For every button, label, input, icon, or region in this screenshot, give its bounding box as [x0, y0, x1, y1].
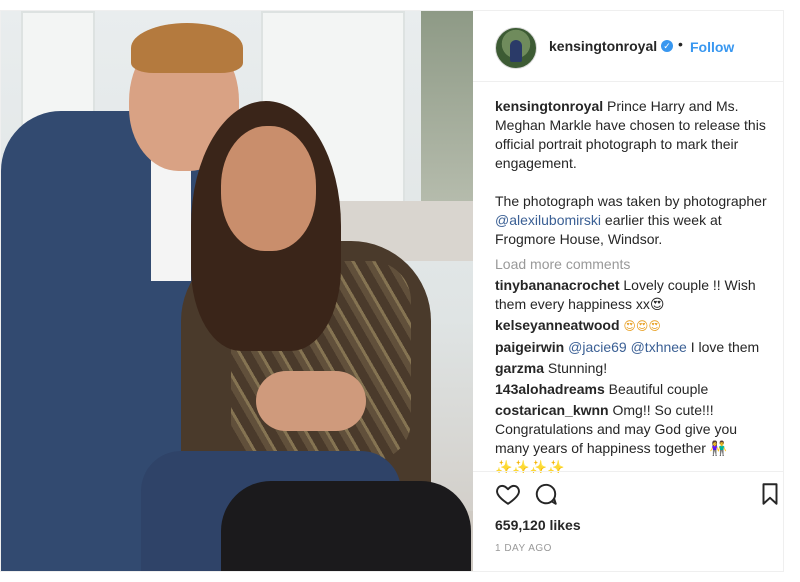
post-timestamp[interactable]: 1 DAY AGO	[495, 543, 552, 554]
comment: tinybananacrochet Lovely couple !! Wish …	[495, 276, 775, 314]
comment-username[interactable]: paigeirwin	[495, 339, 564, 355]
header-separator: •	[678, 36, 683, 52]
load-more-comments-link[interactable]: Load more comments	[495, 255, 775, 274]
instagram-post: kensingtonroyal ✓ • Follow kensingtonroy…	[0, 10, 784, 572]
divider	[473, 471, 783, 472]
likes-count[interactable]: 659,120 likes	[495, 517, 581, 533]
comment-bubble-icon[interactable]	[533, 481, 559, 507]
comment-username[interactable]: tinybananacrochet	[495, 277, 619, 293]
post-header: kensingtonroyal ✓ • Follow	[473, 11, 783, 82]
comment-text: Beautiful couple	[608, 381, 709, 397]
caption-text-2a: The photograph was taken by photographer	[495, 193, 767, 209]
comment-text: 😍😍😍	[623, 319, 661, 333]
photo-man-hair	[131, 23, 243, 73]
comment-username[interactable]: 143alohadreams	[495, 381, 605, 397]
post-sidebar: kensingtonroyal ✓ • Follow kensingtonroy…	[473, 11, 783, 571]
comments-list[interactable]: kensingtonroyal Prince Harry and Ms. Meg…	[495, 97, 775, 473]
comment-mention[interactable]: @txhnee	[631, 339, 687, 355]
bookmark-icon[interactable]	[757, 481, 783, 507]
caption: kensingtonroyal Prince Harry and Ms. Meg…	[495, 97, 775, 249]
comment-username[interactable]: kelseyanneatwood	[495, 317, 620, 333]
comment-text: Stunning!	[547, 360, 608, 376]
comment: costarican_kwnn Omg!! So cute!!! Congrat…	[495, 401, 775, 473]
comment-username[interactable]: garzma	[495, 360, 544, 376]
comment-mention[interactable]: @jacie69	[568, 339, 627, 355]
caption-mention[interactable]: @alexilubomirski	[495, 212, 601, 228]
avatar[interactable]	[495, 27, 537, 69]
header-username[interactable]: kensingtonroyal	[549, 38, 657, 54]
action-bar	[495, 481, 785, 509]
post-photo[interactable]	[1, 11, 473, 571]
comment: 143alohadreams Beautiful couple	[495, 380, 775, 399]
heart-icon[interactable]	[495, 481, 521, 507]
follow-button[interactable]: Follow	[690, 39, 734, 55]
caption-username[interactable]: kensingtonroyal	[495, 98, 603, 114]
verified-badge-icon: ✓	[661, 40, 673, 52]
comment: paigeirwin @jacie69 @txhnee I love them	[495, 338, 775, 357]
photo-dress-ruffle	[221, 481, 471, 571]
comment-text: I love them	[690, 339, 760, 355]
photo-woman-face	[221, 126, 316, 251]
photo-hands	[256, 371, 366, 431]
photo-bg-tree	[421, 11, 473, 211]
avatar-figure	[510, 40, 522, 62]
comment: kelseyanneatwood 😍😍😍	[495, 316, 775, 336]
comment-username[interactable]: costarican_kwnn	[495, 402, 609, 418]
comment: garzma Stunning!	[495, 359, 775, 378]
